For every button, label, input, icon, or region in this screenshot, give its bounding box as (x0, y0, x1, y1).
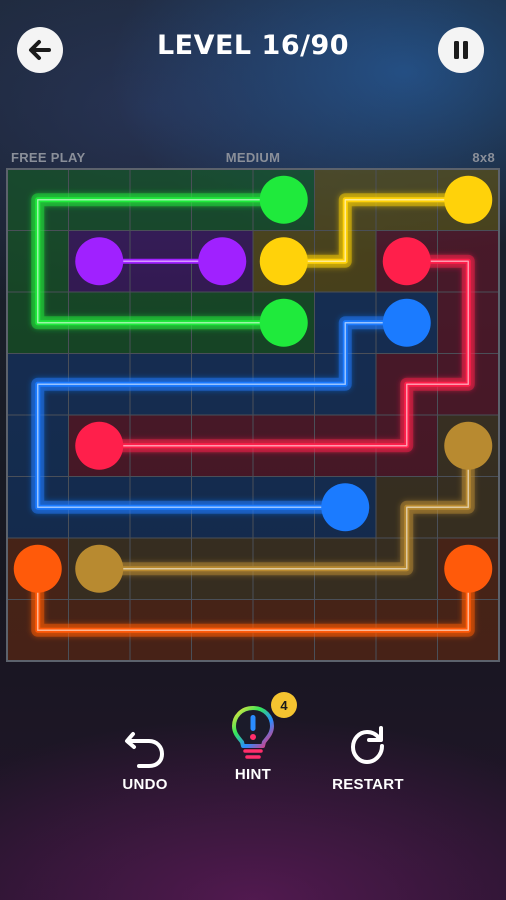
dot-orange[interactable] (13, 544, 62, 593)
dot-orange[interactable] (444, 544, 493, 593)
hint-count-badge: 4 (271, 692, 297, 718)
undo-icon (125, 732, 165, 768)
dot-yellow[interactable] (259, 237, 308, 286)
dot-blue[interactable] (382, 298, 431, 347)
dot-gold[interactable] (444, 421, 493, 470)
dot-purple[interactable] (198, 237, 247, 286)
undo-label: UNDO (122, 776, 168, 793)
dot-red[interactable] (382, 237, 431, 286)
dot-green[interactable] (259, 175, 308, 224)
dot-green[interactable] (259, 298, 308, 347)
dot-red[interactable] (75, 421, 124, 470)
restart-button[interactable]: RESTART (330, 720, 406, 793)
dot-blue[interactable] (321, 483, 370, 532)
restart-icon (350, 726, 384, 765)
dot-gold[interactable] (75, 544, 124, 593)
dot-yellow[interactable] (444, 175, 493, 224)
hint-label: HINT (234, 766, 272, 783)
undo-button[interactable]: UNDO (112, 720, 178, 793)
restart-label: RESTART (332, 776, 404, 793)
dot-purple[interactable] (75, 237, 124, 286)
hint-button[interactable]: HINT (222, 706, 284, 783)
